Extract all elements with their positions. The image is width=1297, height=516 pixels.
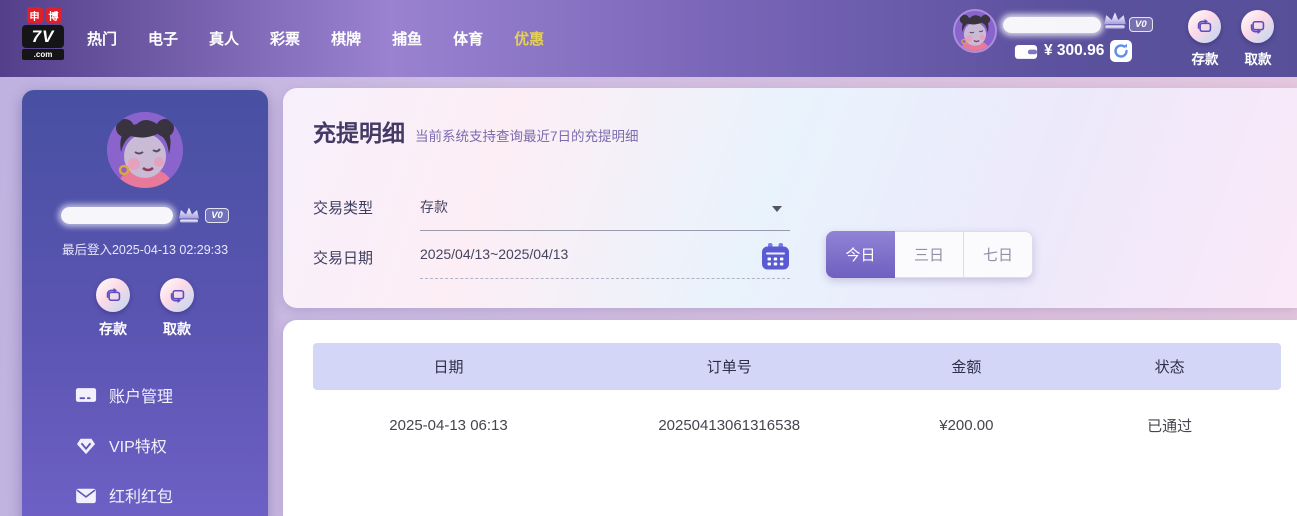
withdraw-button-label: 取款 [1244,52,1272,67]
card-icon [75,386,97,404]
nav-item-hot[interactable]: 热门 [87,28,117,49]
withdraw-button-top[interactable] [1241,10,1274,43]
sidebar-quick-actions: 存款 取款 [22,278,268,339]
vip-level-badge: V0 [1129,17,1153,32]
top-navbar: 申 博 7V .com 热门 电子 真人 彩票 棋牌 捕鱼 体育 优惠 V0 ¥… [0,0,1297,77]
username-redacted [1003,17,1101,33]
brand-badge-right: 博 [45,7,62,23]
records-panel: 日期 订单号 金额 状态 2025-04-13 06:13 2025041306… [283,320,1297,516]
page-title: 充提明细 [313,120,405,146]
withdraw-icon [160,278,194,312]
sidebar: V0 最后登入2025-04-13 02:29:33 存款 取款 账户管理 VI… [22,90,268,516]
avatar-image [107,112,183,188]
nav-item-fishing[interactable]: 捕鱼 [392,28,422,49]
tab-three-days[interactable]: 三日 [895,231,964,278]
transaction-date-label: 交易日期 [313,250,374,267]
username-redacted [61,206,174,224]
deposit-button-label: 存款 [1191,52,1219,67]
transaction-date-input[interactable]: 2025/04/13~2025/04/13 [420,238,790,279]
user-avatar[interactable] [953,9,997,53]
brand-badge-left: 申 [26,7,43,23]
sidebar-item-bonus[interactable]: 红利红包 [22,470,268,516]
page: 申 博 7V .com 热门 电子 真人 彩票 棋牌 捕鱼 体育 优惠 V0 ¥… [0,0,1297,516]
deposit-button-sidebar[interactable]: 存款 [96,278,130,339]
deposit-icon [1197,18,1212,33]
transaction-type-label: 交易类型 [313,200,374,217]
chevron-down-icon [772,206,782,212]
tab-today[interactable]: 今日 [826,231,895,278]
deposit-button-top[interactable] [1188,10,1221,43]
crown-icon [177,206,201,224]
deposit-icon [96,278,130,312]
refresh-balance-button[interactable] [1110,40,1133,62]
sidebar-item-label: VIP特权 [109,439,167,456]
balance-row: ¥ 300.96 [1014,40,1133,62]
header-order-number: 订单号 [706,359,752,376]
vip-gem-icon [75,436,97,455]
refresh-icon [1114,43,1129,58]
wallet-icon [1014,44,1038,59]
page-header: 充提明细 当前系统支持查询最近7日的充提明细 [313,114,639,148]
transaction-type-select[interactable]: 存款 [420,188,790,231]
withdraw-button-sidebar[interactable]: 取款 [160,278,194,339]
sidebar-item-label: 账户管理 [109,389,174,406]
nav-item-live[interactable]: 真人 [209,28,239,49]
avatar-image [955,11,995,51]
row-amount: ¥200.00 [939,416,994,434]
nav-item-slots[interactable]: 电子 [148,28,178,49]
brand-logo[interactable]: 申 博 7V .com [22,7,66,60]
nav-item-cards[interactable]: 棋牌 [331,28,361,49]
red-envelope-icon [75,487,97,504]
logo-suffix: .com [22,49,64,60]
sidebar-item-vip[interactable]: VIP特权 [22,420,268,470]
vip-level-badge: V0 [205,207,229,223]
sidebar-menu: 账户管理 VIP特权 红利红包 [22,370,268,516]
nav-item-promos[interactable]: 优惠 [514,28,544,49]
last-login-text: 最后登入2025-04-13 02:29:33 [61,243,229,257]
transaction-date-value: 2025/04/13~2025/04/13 [420,246,569,262]
main-nav: 热门 电子 真人 彩票 棋牌 捕鱼 体育 优惠 [87,0,544,77]
sidebar-item-account[interactable]: 账户管理 [22,370,268,420]
header-date: 日期 [433,359,464,376]
calendar-icon[interactable] [761,243,790,270]
withdraw-label: 取款 [163,321,191,337]
withdraw-icon [1250,20,1265,35]
brand-badges: 申 博 [22,7,66,23]
nav-item-sports[interactable]: 体育 [453,28,483,49]
filters-panel: 充提明细 当前系统支持查询最近7日的充提明细 交易类型 存款 交易日期 2025… [283,88,1297,308]
sidebar-avatar [107,112,183,188]
deposit-label: 存款 [99,321,127,337]
crown-icon [1102,11,1128,30]
row-order-number: 20250413061316538 [658,416,801,434]
header-status: 状态 [1154,359,1185,376]
sidebar-user-row: V0 [22,206,268,224]
page-subtitle: 当前系统支持查询最近7日的充提明细 [415,129,639,144]
date-range-tabs: 今日 三日 七日 [826,231,1033,278]
row-date: 2025-04-13 06:13 [389,416,508,434]
header-amount: 金额 [951,359,982,376]
table-header-row: 日期 订单号 金额 状态 [313,343,1281,390]
nav-item-lottery[interactable]: 彩票 [270,28,300,49]
tab-seven-days[interactable]: 七日 [964,231,1033,278]
row-status: 已通过 [1147,417,1193,435]
balance-amount: ¥ 300.96 [1044,42,1105,59]
sidebar-item-label: 红利红包 [109,489,174,506]
logo-text: 7V [22,25,64,48]
table-row: 2025-04-13 06:13 20250413061316538 ¥200.… [313,390,1281,460]
transaction-type-value: 存款 [420,199,448,215]
